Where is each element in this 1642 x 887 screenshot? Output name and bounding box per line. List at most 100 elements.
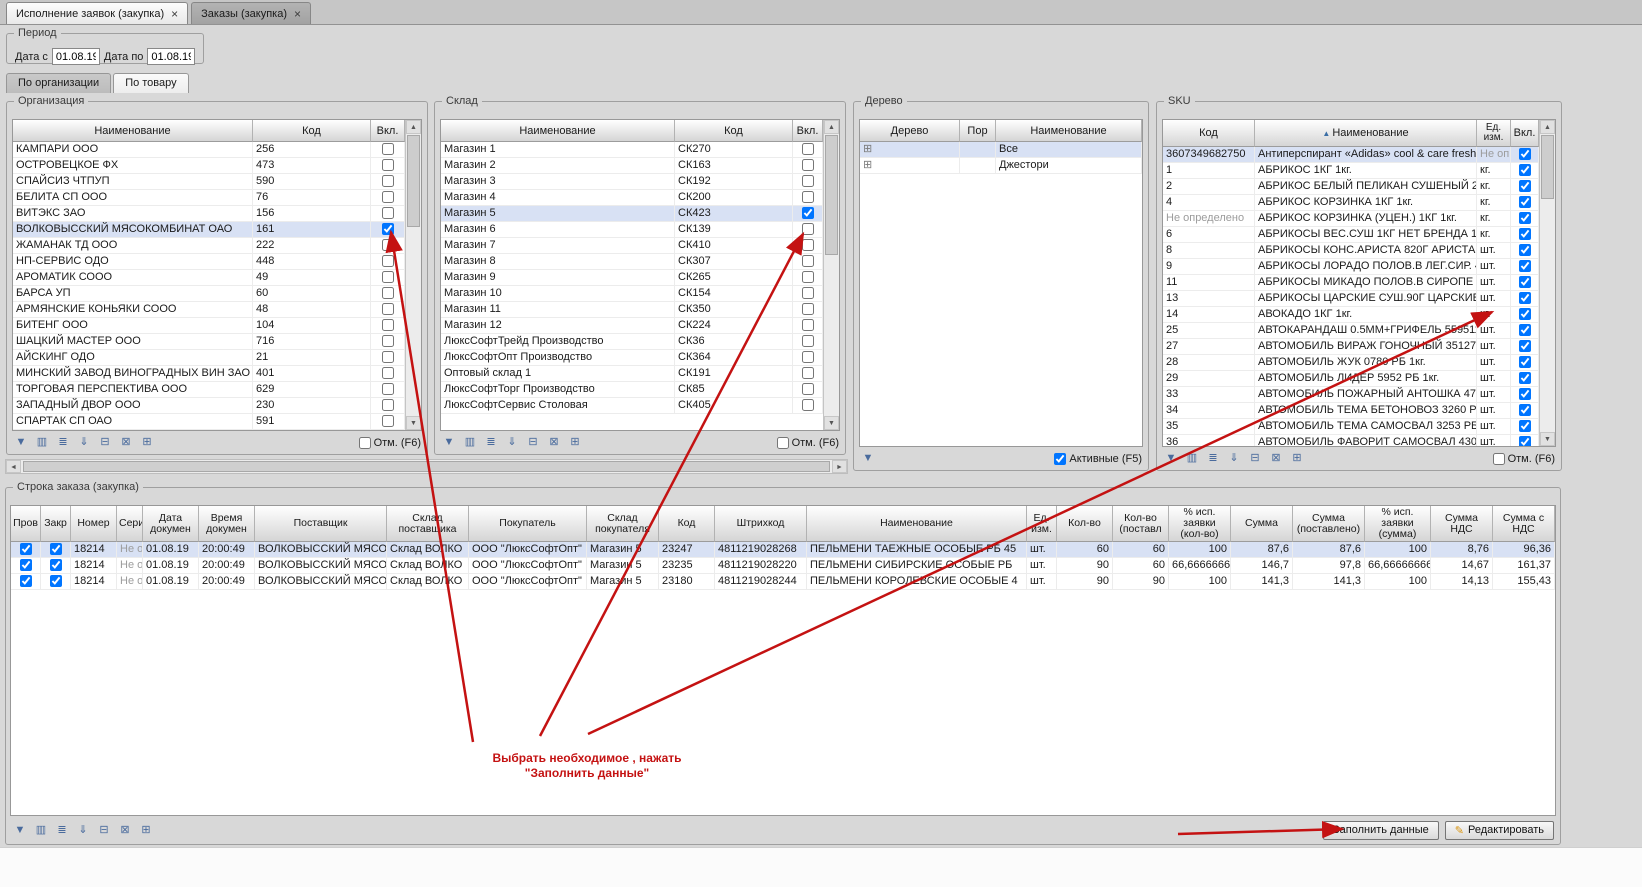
table-row[interactable]: 11АБРИКОСЫ МИКАДО ПОЛОВ.В СИРОПЕ 850Г Жш… <box>1163 275 1539 291</box>
include-cell[interactable] <box>793 302 823 318</box>
include-checkbox[interactable] <box>382 239 394 251</box>
include-checkbox[interactable] <box>1519 148 1531 160</box>
include-cell[interactable] <box>371 238 405 254</box>
grid-icon[interactable]: ⊞ <box>139 435 155 450</box>
include-cell[interactable] <box>371 382 405 398</box>
column-header[interactable]: % исп. заявки (кол-во) <box>1169 506 1231 542</box>
list-icon[interactable]: ≣ <box>55 435 71 450</box>
excel-icon[interactable]: ⊠ <box>1268 451 1284 466</box>
include-cell[interactable] <box>371 398 405 414</box>
include-cell[interactable] <box>371 158 405 174</box>
closed-cell[interactable] <box>41 542 71 558</box>
include-checkbox[interactable] <box>382 255 394 267</box>
vertical-scrollbar[interactable]: ▲ ▼ <box>1539 120 1555 446</box>
table-row[interactable]: Магазин 3СК192 <box>441 174 823 190</box>
include-checkbox[interactable] <box>802 335 814 347</box>
include-checkbox[interactable] <box>1519 340 1531 352</box>
table-row[interactable]: БИТЕНГ ООО104 <box>13 318 405 334</box>
include-cell[interactable] <box>371 254 405 270</box>
filter-icon[interactable]: ▼ <box>12 823 28 838</box>
expand-icon[interactable]: ⊞ <box>863 143 872 155</box>
include-cell[interactable] <box>1511 387 1539 403</box>
table-row[interactable]: БАРСА УП60 <box>13 286 405 302</box>
include-cell[interactable] <box>793 142 823 158</box>
column-header[interactable]: Закр <box>41 506 71 542</box>
include-cell[interactable] <box>371 206 405 222</box>
list-icon[interactable]: ≣ <box>54 823 70 838</box>
include-checkbox[interactable] <box>1519 228 1531 240</box>
filter-icon[interactable]: ▼ <box>1163 451 1179 466</box>
include-checkbox[interactable] <box>382 207 394 219</box>
include-checkbox[interactable] <box>382 159 394 171</box>
include-checkbox[interactable] <box>1519 196 1531 208</box>
include-checkbox[interactable] <box>1519 436 1531 446</box>
edit-button[interactable]: ✎ Редактировать <box>1445 821 1554 840</box>
grid-icon[interactable]: ⊞ <box>1289 451 1305 466</box>
column-header[interactable]: Склад поставщика <box>387 506 469 542</box>
include-cell[interactable] <box>1511 355 1539 371</box>
table-row[interactable]: 29АВТОМОБИЛЬ ЛИДЕР 5952 РБ 1кг.шт. <box>1163 371 1539 387</box>
table-row[interactable]: Магазин 11СК350 <box>441 302 823 318</box>
prov-checkbox[interactable] <box>20 559 32 571</box>
scroll-down-icon[interactable]: ▼ <box>824 416 839 430</box>
include-checkbox[interactable] <box>382 287 394 299</box>
include-cell[interactable] <box>371 142 405 158</box>
tree-expand-cell[interactable]: ⊞ <box>860 158 960 174</box>
scroll-down-icon[interactable]: ▼ <box>406 416 421 430</box>
table-row[interactable]: ВИТЭКС ЗАО156 <box>13 206 405 222</box>
table-row[interactable]: Магазин 4СК200 <box>441 190 823 206</box>
include-checkbox[interactable] <box>1519 420 1531 432</box>
scroll-down-icon[interactable]: ▼ <box>1540 432 1555 446</box>
include-cell[interactable] <box>1511 323 1539 339</box>
otm-f6-checkbox-input[interactable] <box>1493 453 1505 465</box>
table-row[interactable]: ЛюксСофтТорг ПроизводствоСК85 <box>441 382 823 398</box>
table-row[interactable]: 9АБРИКОСЫ ЛОРАДО ПОЛОВ.В ЛЕГ.СИР. 425Г Ж… <box>1163 259 1539 275</box>
column-header-name[interactable]: Наименование <box>13 120 253 142</box>
table-row[interactable]: 14АВОКАДО 1КГ 1кг.кг. <box>1163 307 1539 323</box>
table-row[interactable]: Магазин 1СК270 <box>441 142 823 158</box>
table-row[interactable]: СПАРТАК СП ОАО591 <box>13 414 405 430</box>
include-checkbox[interactable] <box>802 255 814 267</box>
include-cell[interactable] <box>793 270 823 286</box>
column-header[interactable]: % исп. заявки (сумма) <box>1365 506 1431 542</box>
table-row[interactable]: Оптовый склад 1СК191 <box>441 366 823 382</box>
include-checkbox[interactable] <box>1519 260 1531 272</box>
include-cell[interactable] <box>1511 275 1539 291</box>
column-header[interactable]: Ед. изм. <box>1027 506 1057 542</box>
scroll-thumb[interactable] <box>23 461 830 472</box>
include-cell[interactable] <box>793 190 823 206</box>
include-cell[interactable] <box>1511 227 1539 243</box>
column-header-por[interactable]: Пор <box>960 120 996 142</box>
table-row[interactable]: КАМПАРИ ООО256 <box>13 142 405 158</box>
include-checkbox[interactable] <box>1519 164 1531 176</box>
date-from-input[interactable] <box>52 48 100 65</box>
include-cell[interactable] <box>371 222 405 238</box>
include-checkbox[interactable] <box>802 303 814 315</box>
tab-zakazy[interactable]: Заказы (закупка) × <box>191 2 311 24</box>
scroll-left-icon[interactable]: ◄ <box>6 460 21 473</box>
include-checkbox[interactable] <box>1519 356 1531 368</box>
column-header[interactable]: Код <box>659 506 715 542</box>
tab-ispolnenie-zayavok[interactable]: Исполнение заявок (закупка) × <box>6 2 188 24</box>
include-cell[interactable] <box>1511 243 1539 259</box>
otm-f6-checkbox[interactable]: Отм. (F6) <box>777 437 839 449</box>
include-checkbox[interactable] <box>1519 212 1531 224</box>
date-to-input[interactable] <box>147 48 195 65</box>
column-header-include[interactable]: Вкл. <box>1511 120 1539 147</box>
tab-close-icon[interactable]: × <box>294 9 301 19</box>
table-row[interactable]: 25АВТОКАРАНДАШ 0.5ММ+ГРИФЕЛЬ 559511 МАРш… <box>1163 323 1539 339</box>
fill-data-button[interactable]: Заполнить данные <box>1323 821 1439 840</box>
expand-icon[interactable]: ⊞ <box>863 159 872 171</box>
table-row[interactable]: АРМЯНСКИЕ КОНЬЯКИ СООО48 <box>13 302 405 318</box>
filter-icon[interactable]: ▼ <box>13 435 29 450</box>
column-header[interactable]: Сумма (поставлено) <box>1293 506 1365 542</box>
include-cell[interactable] <box>1511 211 1539 227</box>
vertical-scrollbar[interactable]: ▲ ▼ <box>823 120 839 430</box>
include-cell[interactable] <box>793 286 823 302</box>
column-header[interactable]: Номер <box>71 506 117 542</box>
table-row[interactable]: 33АВТОМОБИЛЬ ПОЖАРНЫЙ АНТОШКА 4724 РБшт. <box>1163 387 1539 403</box>
print-icon[interactable]: ⊟ <box>525 435 541 450</box>
column-header-include[interactable]: Вкл. <box>371 120 405 142</box>
include-cell[interactable] <box>371 366 405 382</box>
column-header-unit[interactable]: Ед. изм. <box>1477 120 1511 147</box>
